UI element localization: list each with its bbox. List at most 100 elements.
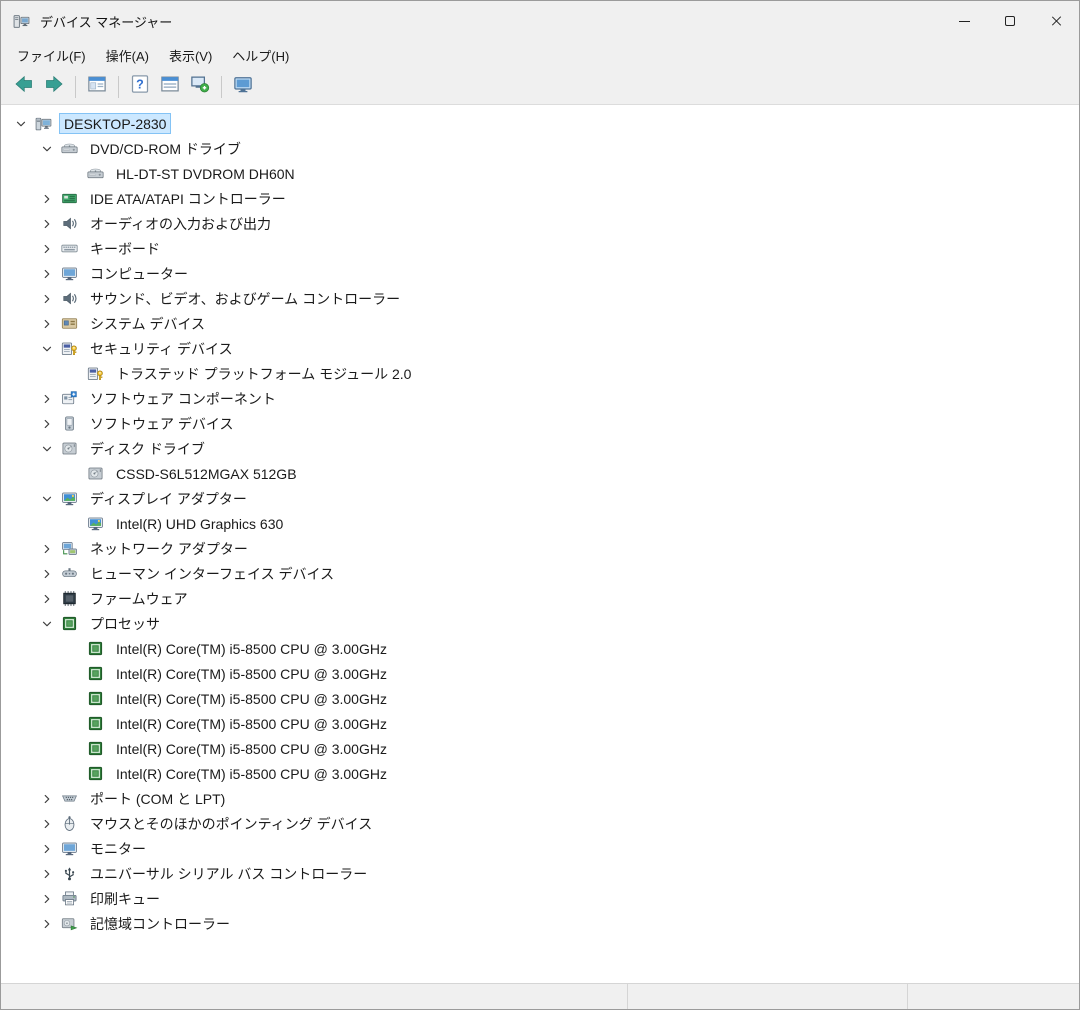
tree-item[interactable]: CSSD-S6L512MGAX 512GB [1,461,1079,486]
tree-item[interactable]: セキュリティ デバイス [1,336,1079,361]
tree-item-label: トラステッド プラットフォーム モジュール 2.0 [116,365,412,382]
processor-icon [85,665,105,683]
remote-desktop-button[interactable] [228,73,258,101]
tree-item[interactable]: 印刷キュー [1,886,1079,911]
forward-button[interactable] [39,73,69,101]
security-icon [59,340,79,358]
close-icon [1050,15,1062,27]
software-device-icon [59,415,79,433]
tree-item[interactable]: システム デバイス [1,311,1079,336]
help-button[interactable]: ? [125,73,155,101]
processor-icon [59,615,79,633]
tree-item[interactable]: Intel(R) Core(TM) i5-8500 CPU @ 3.00GHz [1,761,1079,786]
window-title: デバイス マネージャー [40,14,173,30]
chevron-right-icon[interactable] [35,861,59,886]
tree-item[interactable]: ソフトウェア デバイス [1,411,1079,436]
tree-item[interactable]: プロセッサ [1,611,1079,636]
chevron-right-icon[interactable] [35,386,59,411]
tree-item[interactable]: Intel(R) UHD Graphics 630 [1,511,1079,536]
scan-hardware-button[interactable] [185,73,215,101]
chevron-down-icon[interactable] [35,136,59,161]
chevron-down-icon[interactable] [35,486,59,511]
tree-item[interactable]: ディスプレイ アダプター [1,486,1079,511]
tree-item-label: サウンド、ビデオ、およびゲーム コントローラー [90,290,401,307]
maximize-button[interactable] [987,1,1033,41]
chevron-right-icon[interactable] [35,911,59,936]
tree-item[interactable]: サウンド、ビデオ、およびゲーム コントローラー [1,286,1079,311]
tree-item-label: ソフトウェア デバイス [90,415,234,432]
tree-item[interactable]: マウスとそのほかのポインティング デバイス [1,811,1079,836]
chevron-down-icon[interactable] [35,436,59,461]
tree-item[interactable]: DVD/CD-ROM ドライブ [1,136,1079,161]
tree-item[interactable]: ソフトウェア コンポーネント [1,386,1079,411]
tree-item-label: セキュリティ デバイス [90,340,233,357]
tree-item[interactable]: ディスク ドライブ [1,436,1079,461]
properties-button[interactable] [155,73,185,101]
tree-item[interactable]: ファームウェア [1,586,1079,611]
chevron-right-icon[interactable] [35,561,59,586]
title-bar: デバイス マネージャー [1,1,1079,41]
tree-item[interactable]: Intel(R) Core(TM) i5-8500 CPU @ 3.00GHz [1,636,1079,661]
chevron-right-icon[interactable] [35,886,59,911]
tree-item[interactable]: ヒューマン インターフェイス デバイス [1,561,1079,586]
tree-item-label: Intel(R) Core(TM) i5-8500 CPU @ 3.00GHz [116,690,387,707]
tree-item[interactable]: Intel(R) Core(TM) i5-8500 CPU @ 3.00GHz [1,661,1079,686]
tree-item-label: 記憶域コントローラー [90,915,230,932]
chevron-right-icon[interactable] [35,586,59,611]
back-button[interactable] [9,73,39,101]
processor-icon [85,740,105,758]
tree-item[interactable]: Intel(R) Core(TM) i5-8500 CPU @ 3.00GHz [1,686,1079,711]
tree-item-label: Intel(R) Core(TM) i5-8500 CPU @ 3.00GHz [116,715,387,732]
tree-item[interactable]: ポート (COM と LPT) [1,786,1079,811]
tree-item-label: Intel(R) Core(TM) i5-8500 CPU @ 3.00GHz [116,665,387,682]
chevron-right-icon[interactable] [35,211,59,236]
tree-item-label: Intel(R) Core(TM) i5-8500 CPU @ 3.00GHz [116,765,387,782]
tree-item-label: Intel(R) Core(TM) i5-8500 CPU @ 3.00GHz [116,640,387,657]
tree-item-label: ヒューマン インターフェイス デバイス [90,565,335,582]
scan-icon [190,74,210,99]
tree-item[interactable]: ユニバーサル シリアル バス コントローラー [1,861,1079,886]
chevron-right-icon[interactable] [35,811,59,836]
monitor-icon [59,840,79,858]
chevron-right-icon[interactable] [35,311,59,336]
tree-item[interactable]: IDE ATA/ATAPI コントローラー [1,186,1079,211]
tree-item[interactable]: 記憶域コントローラー [1,911,1079,936]
tree-item[interactable]: トラステッド プラットフォーム モジュール 2.0 [1,361,1079,386]
tree-item[interactable]: ネットワーク アダプター [1,536,1079,561]
display-adapter-icon [85,515,105,533]
menu-view[interactable]: 表示(V) [159,42,222,69]
ports-icon [59,790,79,808]
tree-item[interactable]: Intel(R) Core(TM) i5-8500 CPU @ 3.00GHz [1,736,1079,761]
tree-item[interactable]: モニター [1,836,1079,861]
tree-item[interactable]: HL-DT-ST DVDROM DH60N [1,161,1079,186]
chevron-right-icon[interactable] [35,236,59,261]
tree-item[interactable]: DESKTOP-2830 [1,111,1079,136]
tree-item-label: コンピューター [90,265,188,282]
chevron-down-icon[interactable] [9,111,33,136]
minimize-button[interactable] [941,1,987,41]
tree-item[interactable]: コンピューター [1,261,1079,286]
chevron-down-icon[interactable] [35,611,59,636]
tree-item[interactable]: Intel(R) Core(TM) i5-8500 CPU @ 3.00GHz [1,711,1079,736]
chevron-right-icon[interactable] [35,836,59,861]
tree-item[interactable]: オーディオの入力および出力 [1,211,1079,236]
status-cell [628,984,908,1009]
chevron-right-icon[interactable] [35,411,59,436]
chevron-right-icon[interactable] [35,536,59,561]
chevron-down-icon[interactable] [35,336,59,361]
maximize-icon [1005,16,1015,26]
menu-file[interactable]: ファイル(F) [7,42,96,69]
status-cell [1,984,628,1009]
menu-action[interactable]: 操作(A) [96,42,159,69]
chevron-right-icon[interactable] [35,286,59,311]
menu-help[interactable]: ヘルプ(H) [222,42,299,69]
chevron-right-icon[interactable] [35,786,59,811]
chevron-right-icon[interactable] [35,186,59,211]
close-button[interactable] [1033,1,1079,41]
chevron-right-icon[interactable] [35,261,59,286]
network-adapter-icon [59,540,79,558]
security-icon [85,365,105,383]
console-tree-button[interactable] [82,73,112,101]
menu-bar: ファイル(F) 操作(A) 表示(V) ヘルプ(H) [1,41,1079,69]
tree-item[interactable]: キーボード [1,236,1079,261]
